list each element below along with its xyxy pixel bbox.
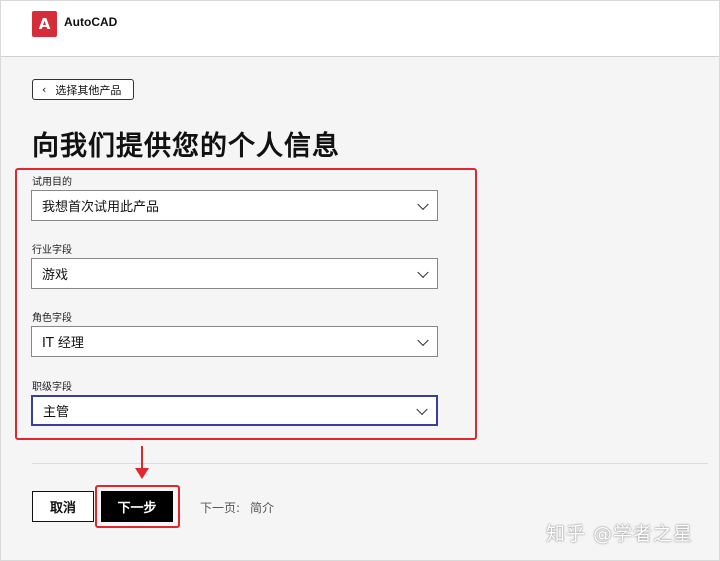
trial-purpose-label: 试用目的 <box>32 177 72 188</box>
next-step-button[interactable]: 下一步 <box>101 491 173 522</box>
job-level-select[interactable]: 主管 <box>31 395 438 426</box>
page-title: 向我们提供您的个人信息 <box>32 131 340 162</box>
role-label: 角色字段 <box>32 313 72 324</box>
chevron-down-icon <box>417 266 429 278</box>
autocad-logo-icon: A <box>32 11 60 40</box>
chevron-down-icon <box>417 334 429 346</box>
industry-value: 游戏 <box>42 268 69 283</box>
watermark: 知乎 @学者之星 <box>546 523 694 545</box>
back-button-label: 选择其他产品 <box>55 83 122 97</box>
next-page-prefix: 下一页: <box>200 501 241 515</box>
trial-purpose-value: 我想首次试用此产品 <box>42 200 160 215</box>
job-level-value: 主管 <box>43 405 70 420</box>
next-page-hint: 下一页: 简介 <box>200 499 274 516</box>
annotation-arrow-shaft <box>141 446 143 470</box>
top-bar: A AutoCAD <box>1 1 719 57</box>
app-name: AutoCAD <box>64 15 118 29</box>
job-level-label: 职级字段 <box>32 382 72 393</box>
trial-purpose-select[interactable]: 我想首次试用此产品 <box>31 190 438 221</box>
back-to-products-button[interactable]: ‹ 选择其他产品 <box>32 79 134 100</box>
chevron-down-icon <box>416 403 428 415</box>
next-page-name: 简介 <box>250 501 275 515</box>
role-value: IT 经理 <box>42 336 84 351</box>
chevron-left-icon: ‹ <box>42 83 47 96</box>
role-select[interactable]: IT 经理 <box>31 326 438 357</box>
divider <box>32 463 708 464</box>
industry-select[interactable]: 游戏 <box>31 258 438 289</box>
industry-label: 行业字段 <box>32 245 72 256</box>
chevron-down-icon <box>417 198 429 210</box>
cancel-button[interactable]: 取消 <box>32 491 94 522</box>
annotation-arrow-down-icon <box>135 468 149 479</box>
